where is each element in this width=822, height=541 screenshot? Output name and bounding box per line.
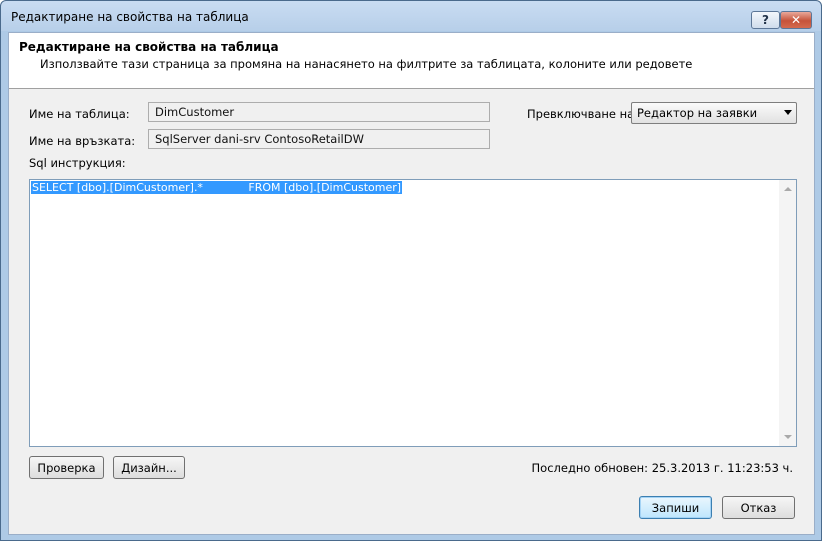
sql-label: Sql инструкция: (29, 156, 126, 170)
switch-dropdown[interactable]: Редактор на заявки (631, 102, 797, 124)
dialog-window: Редактиране на свойства на таблица ? ✕ Р… (0, 0, 822, 541)
window-title: Редактиране на свойства на таблица (11, 10, 249, 24)
table-name-label: Име на таблица: (29, 107, 130, 121)
scroll-down-icon[interactable] (784, 435, 792, 439)
vertical-scrollbar[interactable] (779, 180, 796, 446)
last-updated-status: Последно обновен: 25.3.2013 г. 11:23:53 … (531, 461, 793, 475)
chevron-down-icon (784, 110, 792, 115)
connection-field[interactable]: SqlServer dani-srv ContosoRetailDW (148, 129, 490, 149)
scroll-up-icon[interactable] (784, 187, 792, 191)
dialog-body: Редактиране на свойства на таблица Изпол… (8, 32, 815, 535)
table-name-field[interactable]: DimCustomer (148, 102, 490, 122)
sql-editor[interactable]: SELECT [dbo].[DimCustomer].* FROM [dbo].… (29, 179, 797, 447)
title-bar[interactable]: Редактиране на свойства на таблица ? ✕ (1, 1, 821, 32)
connection-label: Име на връзката: (29, 134, 136, 148)
sql-statement[interactable]: SELECT [dbo].[DimCustomer].* FROM [dbo].… (31, 181, 403, 194)
save-button[interactable]: Запиши (639, 496, 712, 519)
switch-dropdown-value: Редактор на заявки (637, 106, 758, 120)
header-subtitle: Използвайте тази страница за промяна на … (40, 57, 693, 71)
close-button[interactable]: ✕ (780, 11, 812, 29)
validate-button[interactable]: Проверка (29, 456, 104, 479)
cancel-button[interactable]: Отказ (722, 496, 795, 519)
header-title: Редактиране на свойства на таблица (19, 40, 279, 54)
design-button[interactable]: Дизайн... (113, 456, 185, 479)
switch-label: Превключване на: (527, 107, 639, 121)
help-button[interactable]: ? (751, 11, 780, 29)
header-panel: Редактиране на свойства на таблица Изпол… (9, 33, 814, 89)
